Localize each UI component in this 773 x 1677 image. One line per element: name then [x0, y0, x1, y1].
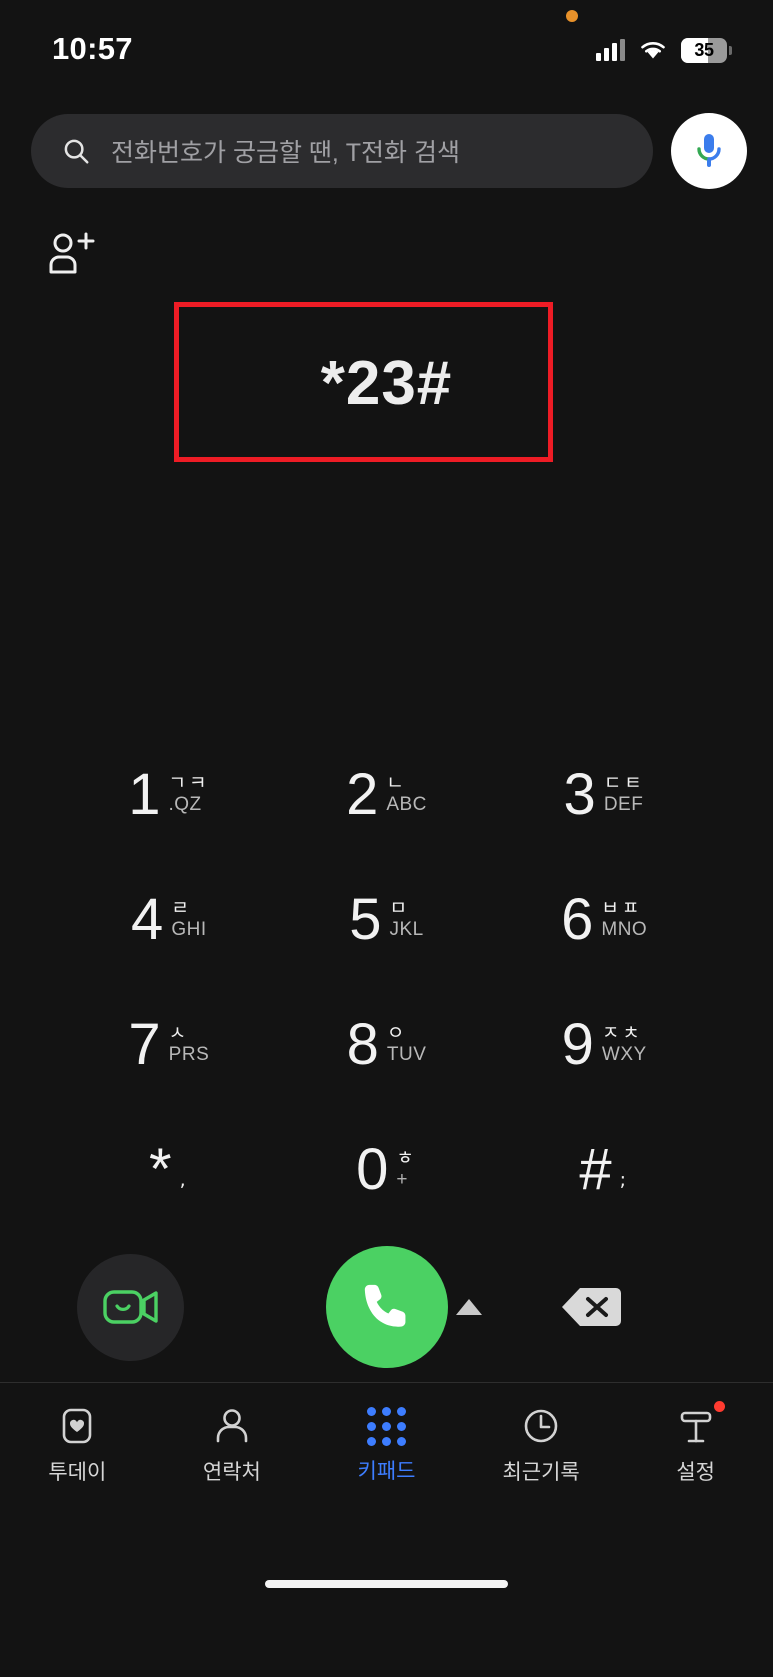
settings-badge-dot [713, 1401, 725, 1412]
backspace-button[interactable] [556, 1279, 626, 1335]
key-korean: ㅈㅊ [601, 1021, 643, 1044]
search-placeholder: 전화번호가 궁금할 땐, T전화 검색 [111, 139, 461, 167]
key-6[interactable]: 6 ㅂㅍ MNO [495, 857, 713, 982]
key-0[interactable]: 0 ㅎ + [278, 1107, 496, 1232]
phone-dialer-screen: 10:57 35 전화번호가 궁금할 땐, T전화 검색 *23# 1 ㄱㅋ .… [0, 0, 773, 1677]
key-latin: MNO [601, 918, 648, 940]
key-digit: # [579, 1136, 612, 1202]
key-korean: ㅁ [389, 896, 410, 919]
key-hash[interactable]: # ; [495, 1107, 713, 1232]
nav-label: 투데이 [48, 1461, 107, 1484]
nav-label: 설정 [676, 1461, 715, 1484]
nav-item-keypad[interactable]: 키패드 [309, 1406, 464, 1485]
nav-label: 연락처 [202, 1461, 261, 1484]
search-row: 전화번호가 궁금할 땐, T전화 검색 [0, 92, 773, 210]
home-indicator[interactable] [265, 1579, 508, 1588]
key-digit: 8 [346, 1011, 379, 1077]
add-contact-icon [49, 232, 95, 273]
number-display-area: *23# [0, 302, 773, 732]
key-korean: ; [619, 1168, 629, 1191]
voice-search-button[interactable] [671, 113, 747, 189]
key-latin: GHI [171, 918, 207, 940]
nav-item-settings[interactable]: 설정 [618, 1401, 773, 1486]
key-korean: ㄹ [171, 896, 192, 919]
microphone-icon [697, 134, 721, 167]
status-clock: 10:57 [52, 31, 133, 66]
key-digit: 6 [561, 886, 594, 952]
privacy-indicator-dot [566, 10, 578, 22]
key-1[interactable]: 1 ㄱㅋ .QZ [60, 732, 278, 857]
battery-percent: 35 [694, 39, 714, 60]
key-latin: TUV [386, 1043, 427, 1065]
keypad-dots-icon [366, 1406, 406, 1446]
key-digit: 9 [561, 1011, 594, 1077]
nav-label: 키패드 [357, 1459, 416, 1483]
key-latin: ABC [386, 793, 427, 815]
key-korean: ㅎ [396, 1146, 417, 1169]
nav-item-contacts[interactable]: 연락처 [155, 1405, 310, 1486]
key-korean: ㄷㅌ [603, 771, 645, 794]
cellular-signal-icon [596, 39, 625, 61]
nav-item-today[interactable]: 투데이 [0, 1405, 155, 1486]
key-korean: ㄱㅋ [168, 771, 210, 794]
key-digit: 2 [346, 761, 379, 827]
nav-item-recent[interactable]: 최근기록 [464, 1405, 619, 1486]
today-heart-icon [62, 1408, 92, 1444]
key-8[interactable]: 8 ㅇ TUV [278, 982, 496, 1107]
video-call-icon [102, 1290, 158, 1324]
nav-label: 최근기록 [502, 1461, 580, 1484]
contacts-person-icon [216, 1409, 248, 1443]
battery-icon: 35 [681, 37, 732, 63]
call-actions-row [0, 1232, 773, 1382]
dial-keypad: 1 ㄱㅋ .QZ 2 ㄴ ABC 3 ㄷㅌ DEF 4 ㄹ GHI 5 ㅁ JK… [0, 732, 773, 1232]
key-5[interactable]: 5 ㅁ JKL [278, 857, 496, 982]
key-korean: , [179, 1168, 189, 1191]
add-contact-button[interactable] [46, 231, 98, 282]
key-2[interactable]: 2 ㄴ ABC [278, 732, 496, 857]
key-9[interactable]: 9 ㅈㅊ WXY [495, 982, 713, 1107]
search-icon [64, 139, 89, 164]
expand-button[interactable] [443, 1281, 495, 1333]
recent-clock-icon [524, 1409, 558, 1443]
key-korean: ㅅ [168, 1021, 190, 1044]
key-latin: + [396, 1168, 408, 1190]
key-latin: JKL [389, 918, 424, 940]
status-icons: 35 [596, 37, 732, 63]
key-star[interactable]: * , [60, 1107, 278, 1232]
wifi-icon [641, 42, 665, 59]
key-digit: 7 [128, 1011, 161, 1077]
bottom-navigation: 투데이 연락처 키패드 최근기록 설정 [0, 1382, 773, 1502]
key-digit: 5 [349, 886, 382, 952]
add-contact-row [0, 210, 773, 302]
backspace-icon [562, 1288, 621, 1326]
key-latin: .QZ [168, 793, 202, 815]
key-3[interactable]: 3 ㄷㅌ DEF [495, 732, 713, 857]
status-bar: 10:57 35 [0, 0, 773, 92]
video-call-button[interactable] [77, 1253, 184, 1361]
key-latin: WXY [601, 1043, 647, 1065]
search-input[interactable]: 전화번호가 궁금할 땐, T전화 검색 [31, 114, 653, 188]
key-digit: * [149, 1136, 172, 1202]
key-digit: 3 [563, 761, 596, 827]
key-7[interactable]: 7 ㅅ PRS [60, 982, 278, 1107]
dialed-number[interactable]: *23# [0, 348, 773, 419]
home-indicator-area [0, 1502, 773, 1677]
key-korean: ㅇ [386, 1021, 408, 1044]
call-button[interactable] [325, 1246, 448, 1368]
key-digit: 1 [128, 761, 161, 827]
settings-t-icon [680, 1411, 711, 1443]
key-digit: 4 [131, 886, 164, 952]
phone-call-icon [364, 1284, 405, 1327]
key-korean: ㅂㅍ [601, 896, 643, 919]
key-digit: 0 [356, 1136, 389, 1202]
key-4[interactable]: 4 ㄹ GHI [60, 857, 278, 982]
key-latin: PRS [168, 1043, 210, 1065]
key-korean: ㄴ [386, 771, 407, 794]
key-latin: DEF [603, 793, 644, 815]
chevron-up-icon [456, 1299, 482, 1315]
